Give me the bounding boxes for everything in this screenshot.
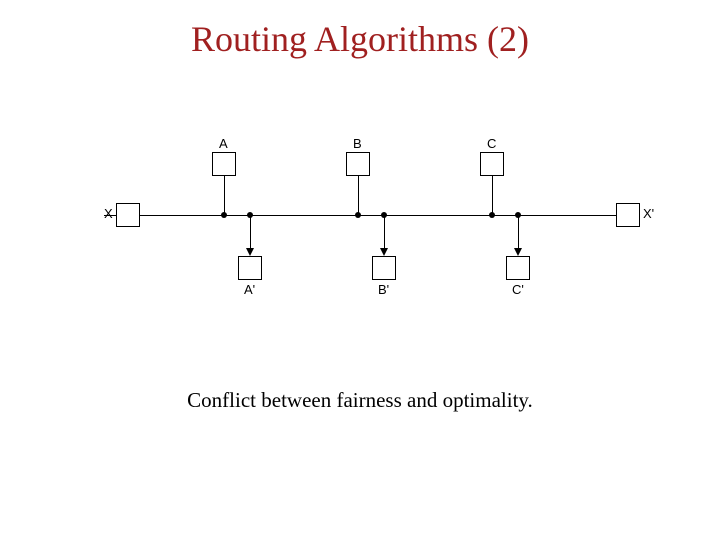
slide-title: Routing Algorithms (2) xyxy=(0,18,720,60)
line-c-out xyxy=(518,215,519,250)
label-a: A xyxy=(219,136,228,151)
node-b-prime xyxy=(372,256,396,280)
label-x-prime: X' xyxy=(643,206,654,221)
node-a xyxy=(212,152,236,176)
arrow-c-out xyxy=(514,248,522,256)
junction-b-in xyxy=(355,212,361,218)
label-b: B xyxy=(353,136,362,151)
label-a-prime: A' xyxy=(244,282,255,297)
shared-link-line xyxy=(104,215,640,216)
node-x xyxy=(116,203,140,227)
node-a-prime xyxy=(238,256,262,280)
line-a-out xyxy=(250,215,251,250)
junction-c-in xyxy=(489,212,495,218)
node-x-prime xyxy=(616,203,640,227)
slide: Routing Algorithms (2) X X' A B C A' B' … xyxy=(0,0,720,540)
label-c: C xyxy=(487,136,496,151)
line-a-in xyxy=(224,176,225,215)
node-c-prime xyxy=(506,256,530,280)
arrow-a-out xyxy=(246,248,254,256)
diagram-figure: X X' A B C A' B' C' xyxy=(104,128,640,302)
line-b-out xyxy=(384,215,385,250)
node-b xyxy=(346,152,370,176)
slide-caption: Conflict between fairness and optimality… xyxy=(0,388,720,413)
line-c-in xyxy=(492,176,493,215)
label-c-prime: C' xyxy=(512,282,524,297)
node-c xyxy=(480,152,504,176)
label-x: X xyxy=(104,206,113,221)
junction-a-in xyxy=(221,212,227,218)
line-b-in xyxy=(358,176,359,215)
label-b-prime: B' xyxy=(378,282,389,297)
arrow-b-out xyxy=(380,248,388,256)
